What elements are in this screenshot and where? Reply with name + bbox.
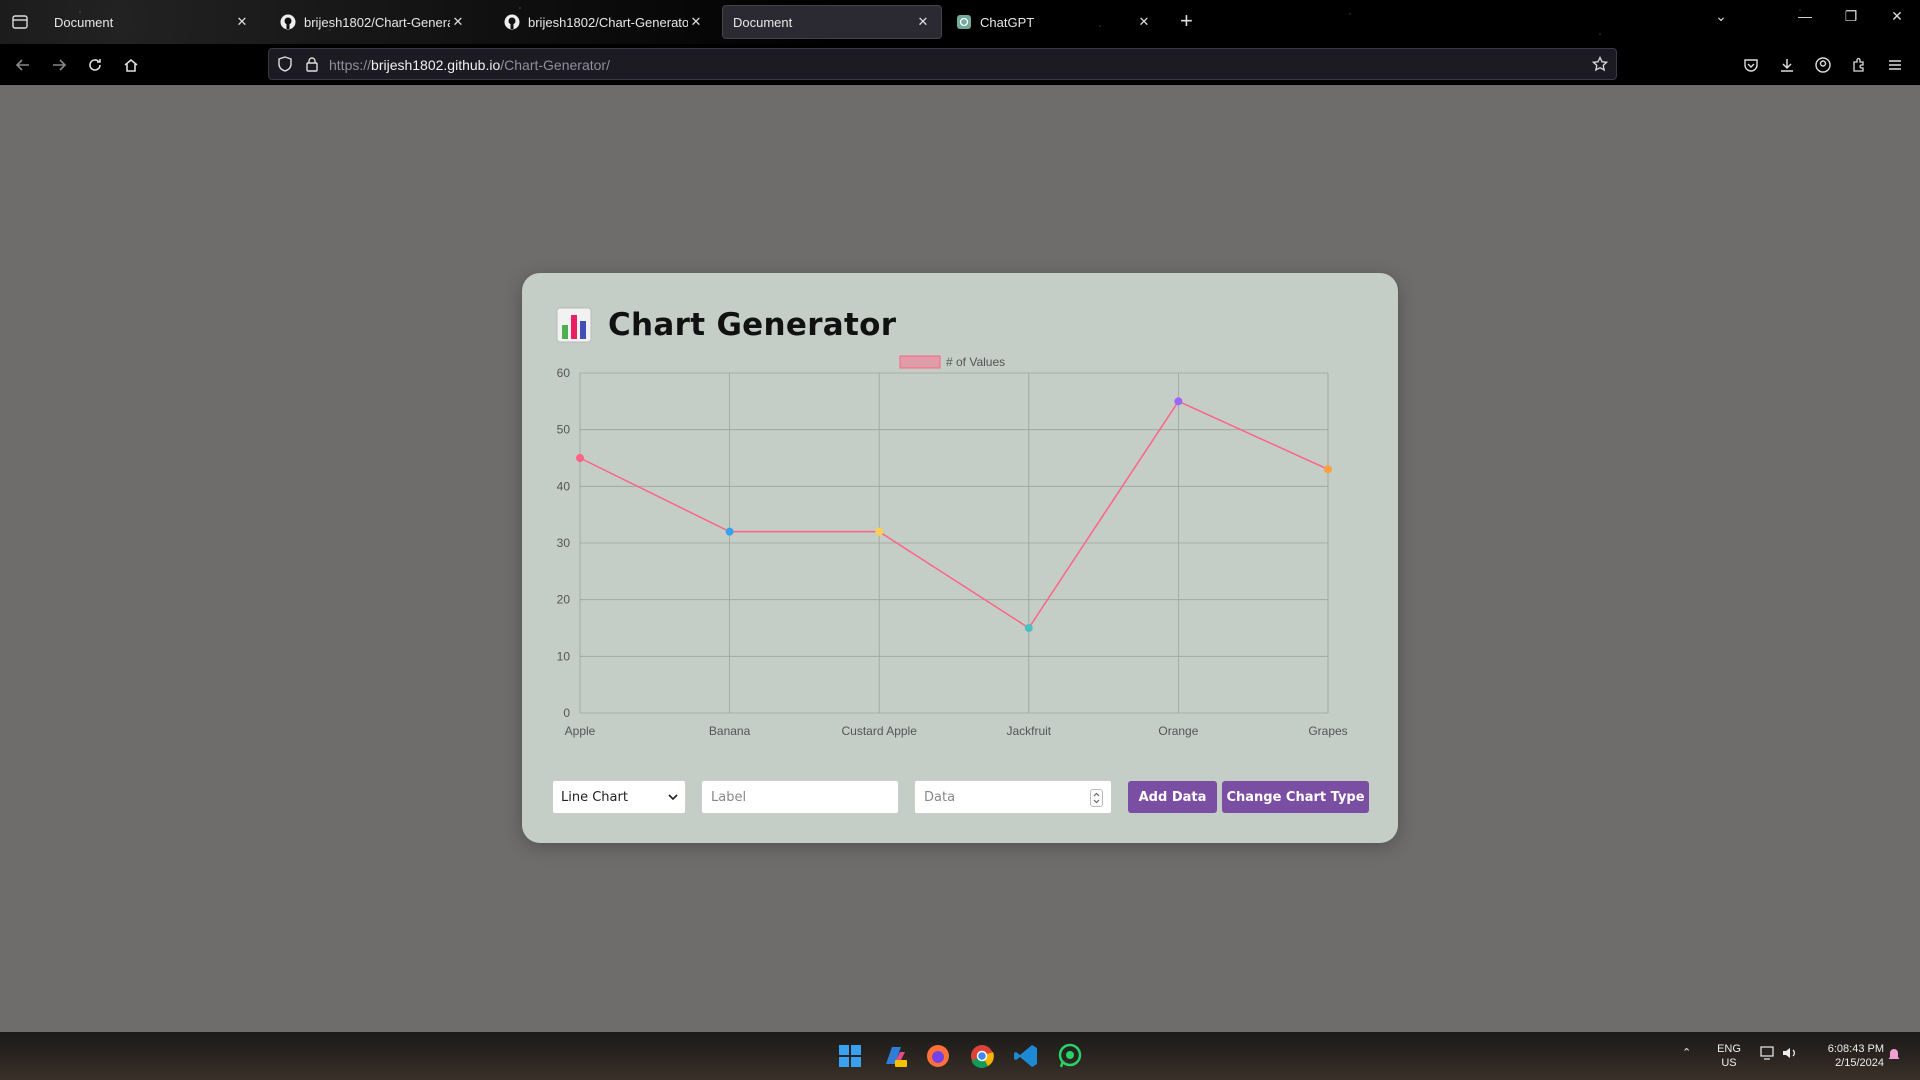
chevron-down-icon	[668, 794, 678, 801]
label-placeholder: Label	[711, 789, 747, 805]
add-data-button[interactable]: Add Data	[1128, 781, 1217, 813]
address-bar[interactable]: https://brijesh1802.github.io/Chart-Gene…	[268, 48, 1617, 80]
y-tick-label: 20	[557, 593, 571, 607]
data-placeholder: Data	[924, 789, 956, 805]
reload-icon[interactable]	[84, 54, 106, 76]
chevron-down-icon[interactable]: ⌄	[1706, 8, 1736, 25]
close-tab-icon[interactable]: ✕	[450, 14, 466, 30]
github-icon	[504, 14, 520, 30]
change-chart-type-button[interactable]: Change Chart Type	[1222, 781, 1369, 813]
pocket-icon[interactable]	[1740, 54, 1762, 76]
chart-generator-card: Chart Generator 0 10 20 30 40 50 60 Apple Banana…	[522, 273, 1398, 843]
taskbar: ⌃ ENG US 6:08:43 PM 2/15/2024	[0, 1032, 1920, 1080]
tab-title: Document	[733, 14, 793, 30]
url-host: brijesh1802.github.io	[371, 57, 501, 73]
y-tick-label: 40	[557, 479, 571, 493]
chevron-up-icon[interactable]: ⌃	[1682, 1046, 1691, 1060]
shield-icon[interactable]	[277, 56, 293, 77]
data-point	[1024, 624, 1033, 632]
network-icon[interactable]	[1760, 1046, 1776, 1064]
tab-document-active[interactable]: Document ✕	[722, 5, 942, 39]
page-title: Chart Generator	[608, 307, 897, 343]
x-tick-label: Grapes	[1308, 724, 1347, 738]
notification-bell-icon[interactable]	[1886, 1046, 1902, 1066]
chart-controls: Line Chart Label Data Add Data Change Ch…	[552, 780, 1369, 814]
restore-icon[interactable]: ❐	[1836, 8, 1866, 25]
new-tab-icon[interactable]: +	[1180, 10, 1193, 32]
minimize-icon[interactable]: —	[1790, 8, 1820, 24]
chatgpt-icon	[956, 14, 972, 30]
data-point	[576, 454, 584, 462]
bar-chart-icon	[556, 307, 592, 343]
tab-title: ChatGPT	[980, 14, 1035, 30]
tab-title: Document	[54, 14, 114, 30]
close-tab-icon[interactable]: ✕	[1136, 14, 1152, 30]
label-input[interactable]: Label	[701, 780, 899, 814]
bookmark-star-icon[interactable]	[1591, 55, 1609, 77]
windows-start-icon[interactable]	[836, 1042, 864, 1070]
page-header: Chart Generator	[556, 307, 896, 343]
tab-title: brijesh1802/Chart-Generator	[304, 14, 450, 30]
tab-title: brijesh1802/Chart-Generator: W	[528, 14, 688, 30]
chart-type-select[interactable]: Line Chart	[552, 780, 686, 814]
close-tab-icon[interactable]: ✕	[915, 14, 931, 30]
tab-github-2[interactable]: brijesh1802/Chart-Generator: W ✕	[494, 5, 714, 39]
tab-chatgpt[interactable]: ChatGPT ✕	[946, 5, 1162, 39]
close-window-icon[interactable]: ✕	[1882, 8, 1912, 25]
whatsapp-icon[interactable]	[1056, 1042, 1084, 1070]
y-tick-label: 60	[557, 366, 571, 380]
url-path: /Chart-Generator/	[500, 57, 610, 73]
url-text[interactable]: https://brijesh1802.github.io/Chart-Gene…	[329, 57, 610, 73]
language-indicator[interactable]: ENG US	[1712, 1042, 1746, 1070]
url-prefix: https://	[329, 57, 372, 73]
tab-github-1[interactable]: brijesh1802/Chart-Generator ✕	[270, 5, 476, 39]
tab-list-icon[interactable]	[8, 11, 32, 33]
y-tick-label: 10	[557, 649, 571, 663]
data-point	[725, 527, 734, 536]
home-icon[interactable]	[120, 54, 142, 76]
language-text: ENG	[1717, 1043, 1741, 1055]
tab-strip: Document ✕ brijesh1802/Chart-Generator ✕…	[0, 0, 1920, 44]
line-chart: 0 10 20 30 40 50 60 Apple Banana Custard Apple Jac…	[557, 355, 1348, 738]
copilot-icon[interactable]	[880, 1042, 908, 1070]
clock[interactable]: 6:08:43 PM 2/15/2024	[1808, 1042, 1884, 1070]
download-icon[interactable]	[1776, 54, 1798, 76]
back-icon[interactable]	[12, 54, 34, 76]
clock-time: 6:08:43 PM	[1827, 1043, 1884, 1055]
extensions-icon[interactable]	[1848, 54, 1870, 76]
series-line	[579, 400, 1329, 630]
legend-label: # of Values	[946, 355, 1005, 369]
legend-swatch	[899, 355, 941, 369]
chart-type-value: Line Chart	[561, 789, 628, 805]
clock-date: 2/15/2024	[1835, 1057, 1884, 1069]
x-tick-label: Jackfruit	[1006, 724, 1051, 738]
tab-document-1[interactable]: Document ✕	[44, 5, 260, 39]
number-spinner-icon[interactable]	[1090, 789, 1103, 807]
close-tab-icon[interactable]: ✕	[234, 14, 250, 30]
x-tick-label: Apple	[565, 724, 596, 738]
x-tick-label: Orange	[1158, 724, 1198, 738]
chrome-icon[interactable]	[968, 1042, 996, 1070]
y-tick-label: 30	[557, 536, 571, 550]
firefox-icon[interactable]	[924, 1042, 952, 1070]
account-icon[interactable]	[1812, 54, 1834, 76]
volume-icon[interactable]	[1782, 1046, 1798, 1064]
data-point	[875, 527, 884, 536]
close-tab-icon[interactable]: ✕	[688, 14, 704, 30]
y-tick-label: 50	[557, 423, 571, 437]
menu-icon[interactable]	[1884, 54, 1906, 76]
data-input[interactable]: Data	[914, 780, 1112, 814]
x-tick-label: Custard Apple	[842, 724, 918, 738]
data-point	[1324, 465, 1332, 474]
data-point	[1174, 397, 1183, 406]
x-tick-label: Banana	[709, 724, 751, 738]
github-icon	[280, 14, 296, 30]
y-tick-label: 0	[563, 706, 570, 720]
region-text: US	[1721, 1057, 1737, 1069]
vscode-icon[interactable]	[1012, 1042, 1040, 1070]
lock-icon[interactable]	[305, 56, 319, 77]
forward-icon[interactable]	[48, 54, 70, 76]
navigation-bar: https://brijesh1802.github.io/Chart-Gene…	[0, 44, 1920, 85]
